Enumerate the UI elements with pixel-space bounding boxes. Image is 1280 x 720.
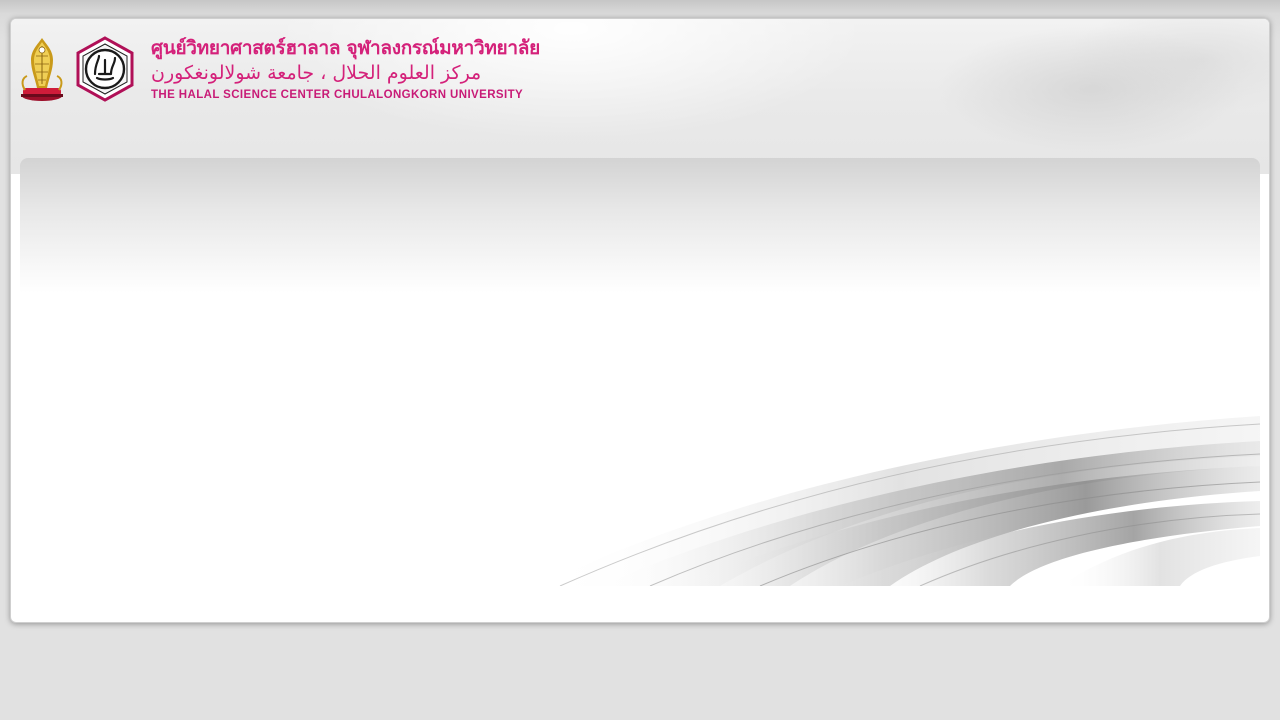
thai-center-name: ศูนย์วิทยาศาสตร์ฮาลาล จุฬาลงกรณ์มหาวิทยา… (151, 37, 540, 59)
swoosh-decoration (540, 416, 1260, 586)
site-header: ศูนย์วิทยาศาสตร์ฮาลาล จุฬาลงกรณ์มหาวิทยา… (11, 19, 1269, 174)
brand-text-block: ศูนย์วิทยาศาสตร์ฮาลาล จุฬาลงกรณ์มหาวิทยา… (151, 36, 540, 102)
english-center-name: THE HALAL SCIENCE CENTER CHULALONGKORN U… (151, 89, 524, 101)
content-panel (20, 158, 1260, 588)
arabic-center-name: مركز العلوم الحلال ، جامعة شولالونغكورن (151, 62, 482, 84)
site-frame: ศูนย์วิทยาศาสตร์ฮาลาล จุฬาลงกรณ์มหาวิทยา… (10, 18, 1270, 623)
chulalongkorn-crest-icon (19, 34, 65, 104)
halal-logo-icon (75, 36, 135, 102)
brand-banner[interactable]: ศูนย์วิทยาศาสตร์ฮาลาล จุฬาลงกรณ์มหาวิทยา… (19, 33, 540, 105)
